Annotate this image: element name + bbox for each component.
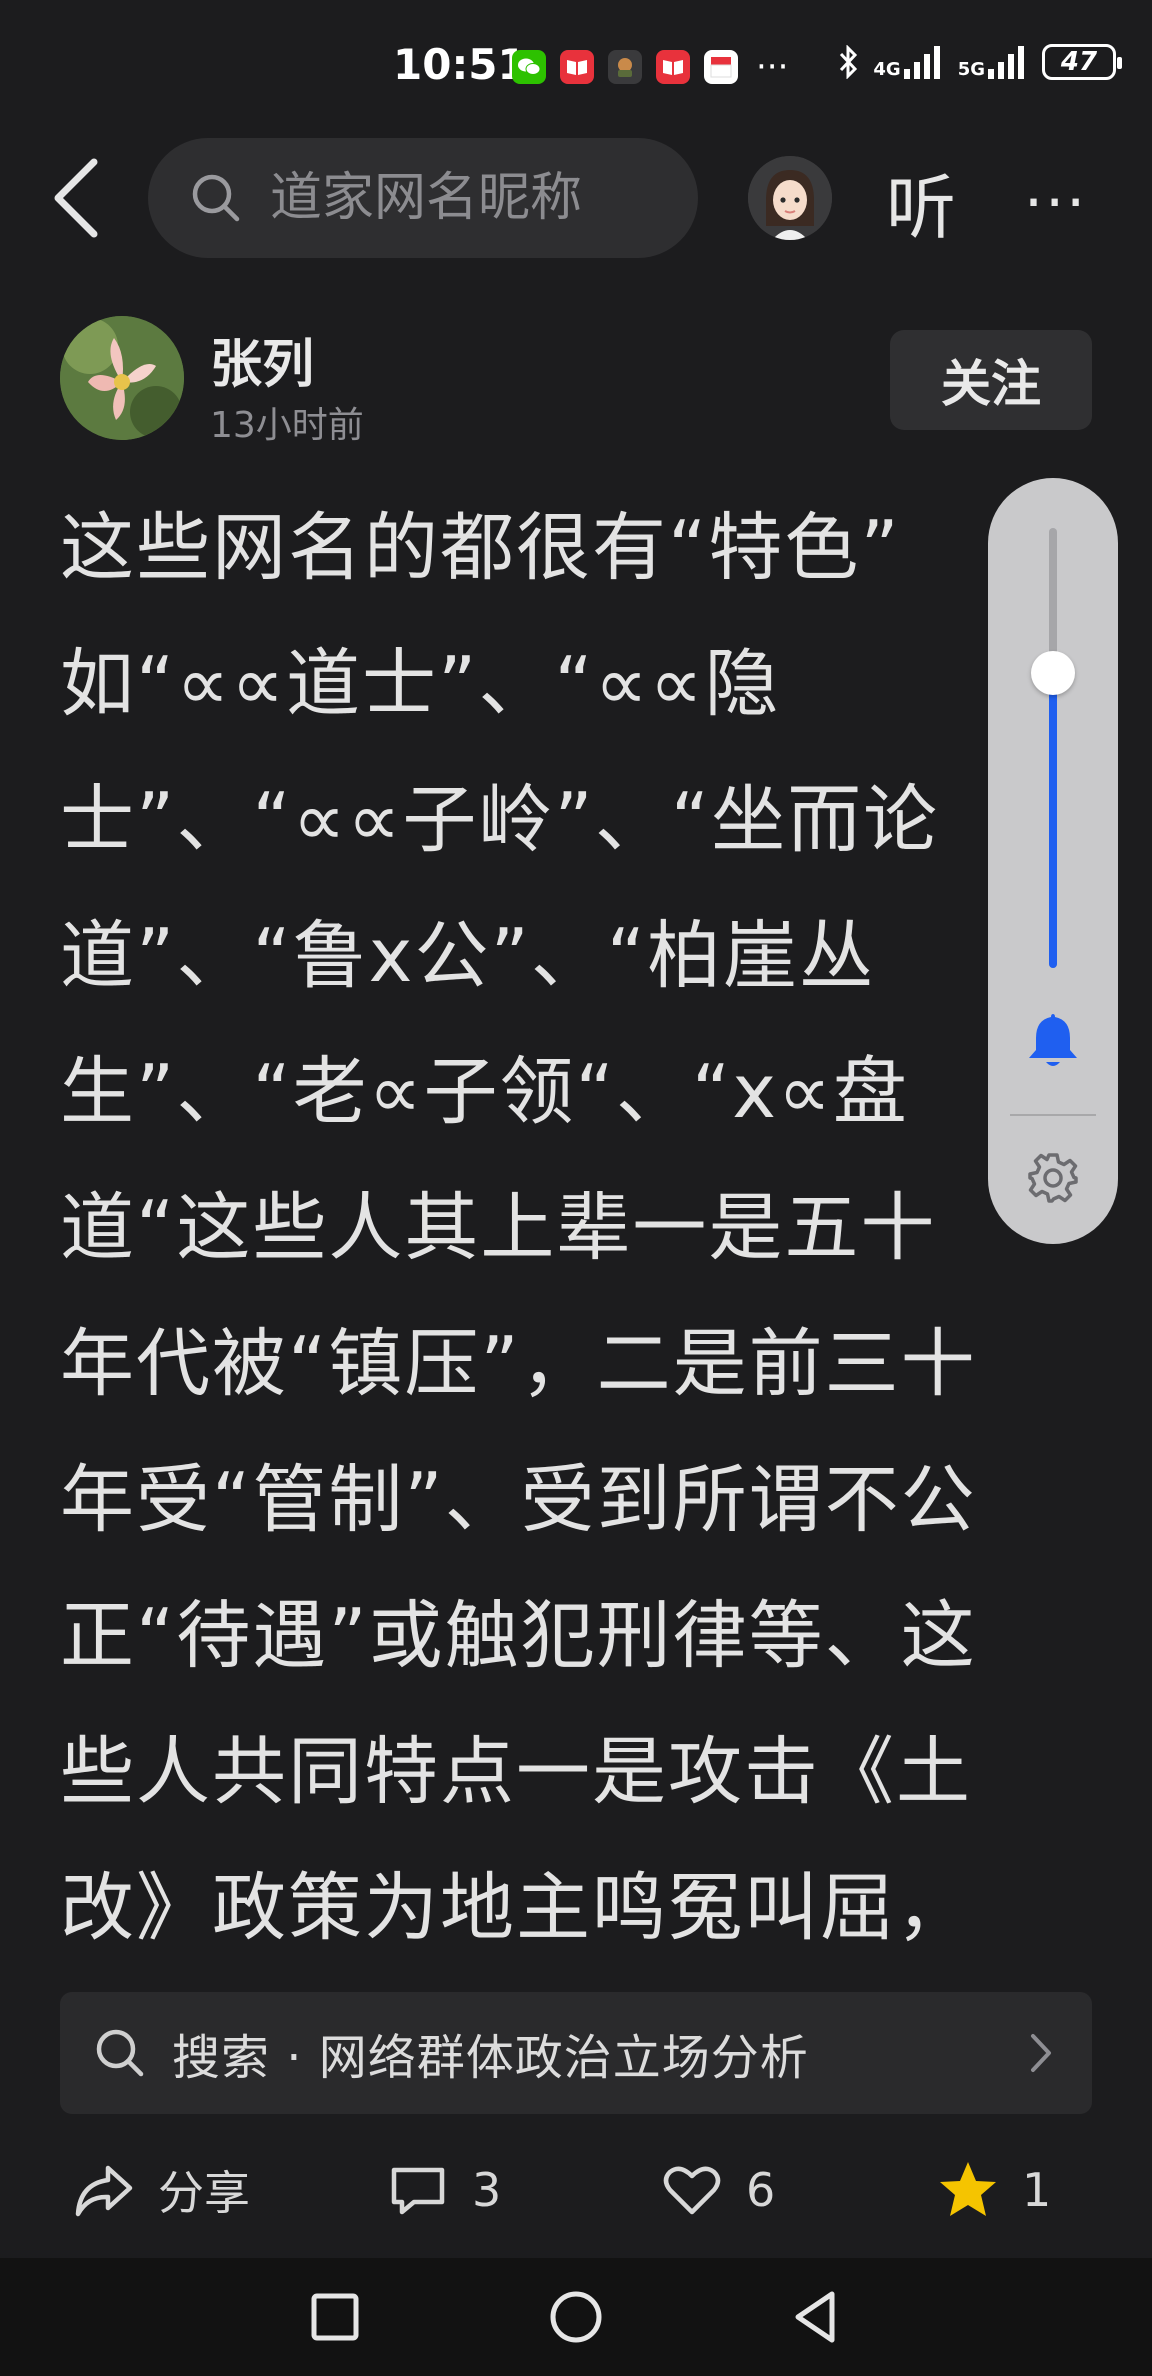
signal-5g-icon: 5G [958, 45, 1028, 79]
article-body: 这些网名的都很有“特色” 如“∝∝道士”、“∝∝隐 士”、“∝∝子岭”、“坐而论… [60, 480, 1080, 1960]
author-avatar[interactable] [60, 316, 184, 440]
share-label: 分享 [158, 2166, 250, 2220]
search-icon [192, 174, 240, 222]
wechat-icon [512, 50, 546, 84]
star-icon [940, 2162, 996, 2216]
home-icon[interactable] [539, 2280, 613, 2354]
volume-fill [1049, 673, 1057, 968]
article-line: 年受“管制”、受到所谓不公 [60, 1457, 977, 1543]
comment-count: 3 [472, 2163, 502, 2217]
signal-4g-icon: 4G [873, 45, 943, 79]
favorite-button[interactable]: 1 [936, 2140, 1051, 2240]
search-input[interactable] [268, 167, 652, 229]
article-line: 些人共同特点一是攻击《土 [60, 1729, 972, 1815]
chevron-right-icon [1031, 2034, 1051, 2072]
article-line: 这些网名的都很有“特色” [60, 505, 901, 591]
battery-icon: 47 [1042, 44, 1122, 80]
article-line: 如“∝∝道士”、“∝∝隐 [60, 641, 781, 727]
article-line: 正“待遇”或触犯刑律等、这 [60, 1593, 977, 1679]
status-indicators: 4G 5G 47 [837, 44, 1122, 80]
volume-panel [988, 478, 1118, 1244]
author-name[interactable]: 张列 [210, 322, 314, 397]
related-search-suggestion[interactable]: 搜索 · 网络群体政治立场分析 [60, 1992, 1092, 2114]
article-line: 年代被“镇压”，二是前三十 [60, 1321, 977, 1407]
post-time: 13小时前 [210, 405, 364, 446]
like-count: 6 [746, 2163, 776, 2217]
calendar-app-icon [704, 50, 738, 84]
action-bar: 分享 3 6 1 [0, 2140, 1152, 2240]
bell-icon[interactable] [1026, 1010, 1080, 1070]
system-navigation-bar [0, 2258, 1152, 2376]
more-options-button[interactable]: ··· [1024, 168, 1087, 238]
volume-divider [1010, 1114, 1096, 1116]
comment-icon [391, 2167, 445, 2215]
comment-button[interactable]: 3 [386, 2140, 501, 2240]
notification-icons: ··· [512, 50, 788, 84]
volume-slider-thumb[interactable] [1031, 651, 1075, 696]
back-triangle-icon[interactable] [780, 2280, 854, 2354]
screen: 10:51 ··· 4G 5G 47 道家网名昵称 听 ··· 张列 13小时前… [0, 0, 1152, 2376]
assistant-avatar[interactable] [748, 156, 832, 240]
settings-gear-icon[interactable] [1025, 1150, 1081, 1206]
listen-button[interactable]: 听 [886, 152, 956, 253]
like-button[interactable]: 6 [660, 2140, 775, 2240]
status-time: 10:51 [393, 40, 527, 89]
article-line: 生”、“老∝子领“、“x∝盘 [60, 1049, 909, 1135]
article-line: 改》政策为地主鸣冤叫屈， [60, 1865, 972, 1951]
share-icon [75, 2165, 133, 2217]
game-app-icon [608, 50, 642, 84]
article-line: 士”、“∝∝子岭”、“坐而论 [60, 777, 940, 863]
search-icon [96, 2029, 144, 2077]
article-line: 道”、“鲁x公”、“柏崖丛 [60, 913, 876, 999]
back-arrow-icon[interactable] [44, 152, 114, 244]
favorite-count: 1 [1022, 2163, 1052, 2217]
article-line: 道“这些人其上辈一是五十 [60, 1185, 937, 1271]
bluetooth-icon [840, 45, 858, 79]
search-bar[interactable] [148, 138, 698, 258]
suggestion-text: 搜索 · 网络群体政治立场分析 [172, 2030, 809, 2086]
heart-icon [663, 2166, 721, 2215]
share-button[interactable]: 分享 [72, 2140, 250, 2240]
recent-apps-icon[interactable] [298, 2280, 372, 2354]
status-bar: 10:51 ··· 4G 5G 47 [0, 0, 1152, 135]
more-notifications-icon: ··· [756, 47, 789, 87]
book-app-icon-2 [656, 50, 690, 84]
battery-level: 47 [1060, 47, 1098, 77]
book-app-icon [560, 50, 594, 84]
follow-button[interactable]: 关注 [890, 330, 1092, 430]
